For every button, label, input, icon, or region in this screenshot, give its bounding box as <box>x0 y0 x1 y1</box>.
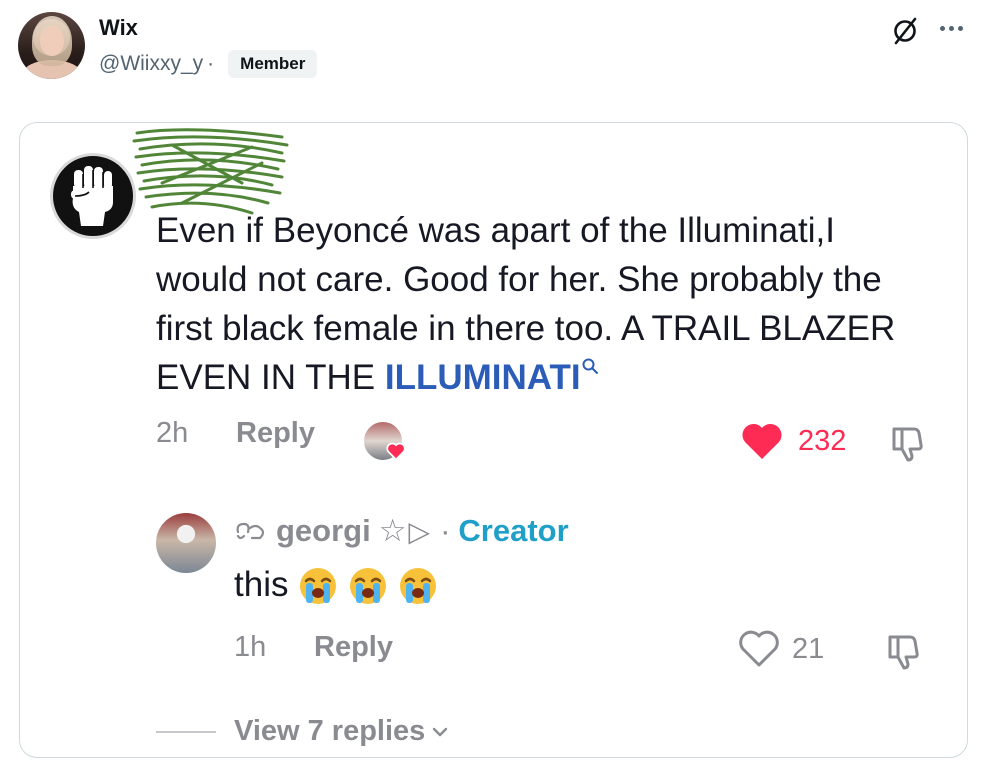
play-icon: ▷ <box>408 515 431 547</box>
handle-row: @Wiixxy_y · Member <box>99 50 318 78</box>
search-icon[interactable] <box>581 357 599 375</box>
chevron-down-icon[interactable] <box>431 723 449 741</box>
commenter-avatar[interactable] <box>50 153 136 239</box>
dislike-icon[interactable] <box>888 423 928 463</box>
view-replies-button[interactable]: View 7 replies <box>156 715 449 748</box>
reply-author-row: georgi ☆ ▷ · Creator <box>234 513 569 549</box>
reply-like-button[interactable]: 21 <box>738 629 824 669</box>
like-button[interactable]: 232 <box>740 421 846 461</box>
reply-like-count: 21 <box>792 632 825 665</box>
embedded-screenshot: Even if Beyoncé was apart of the Illumin… <box>19 122 968 758</box>
crying-face-emoji-icon <box>400 568 437 604</box>
heart-icon[interactable] <box>740 421 784 461</box>
star-icon: ☆ <box>378 513 407 548</box>
link-heart-icon <box>236 522 265 540</box>
creator-badge: Creator <box>458 513 569 548</box>
more-icon[interactable] <box>940 18 970 38</box>
post-header: Wix @Wiixxy_y · Member <box>0 0 990 100</box>
separator-dot: · <box>207 52 215 75</box>
reply-button[interactable]: Reply <box>236 417 315 450</box>
display-name[interactable]: Wix <box>99 15 138 41</box>
crying-face-emoji-icon <box>300 568 337 604</box>
reply-avatar[interactable] <box>156 513 216 573</box>
like-count: 232 <box>798 424 847 457</box>
comment-text: Even if Beyoncé was apart of the Illumin… <box>156 206 916 402</box>
raised-fist-icon <box>71 166 113 226</box>
reply-time: 1h <box>234 631 267 663</box>
reply-body: this <box>234 565 289 604</box>
reply-meta: 1h Reply <box>234 631 393 664</box>
comment-time: 2h <box>156 417 189 449</box>
reply-author-name[interactable]: georgi <box>276 513 371 549</box>
separator-dot: · <box>440 513 451 548</box>
reply-text: this <box>234 565 438 605</box>
avatar[interactable] <box>18 12 85 79</box>
crying-face-emoji-icon <box>350 568 387 604</box>
reply-button[interactable]: Reply <box>314 631 393 664</box>
view-replies-label[interactable]: View 7 replies <box>234 715 425 748</box>
search-highlight-link[interactable]: ILLUMINATI <box>385 358 581 397</box>
user-handle[interactable]: @Wiixxy_y <box>99 52 203 76</box>
slash-circle-icon[interactable] <box>890 16 920 46</box>
comment-meta: 2h Reply <box>156 417 315 450</box>
dislike-icon[interactable] <box>884 631 924 671</box>
creator-liked-heart-icon <box>386 442 406 461</box>
member-badge: Member <box>228 50 318 78</box>
divider <box>156 730 216 733</box>
heart-outline-icon[interactable] <box>738 629 780 669</box>
